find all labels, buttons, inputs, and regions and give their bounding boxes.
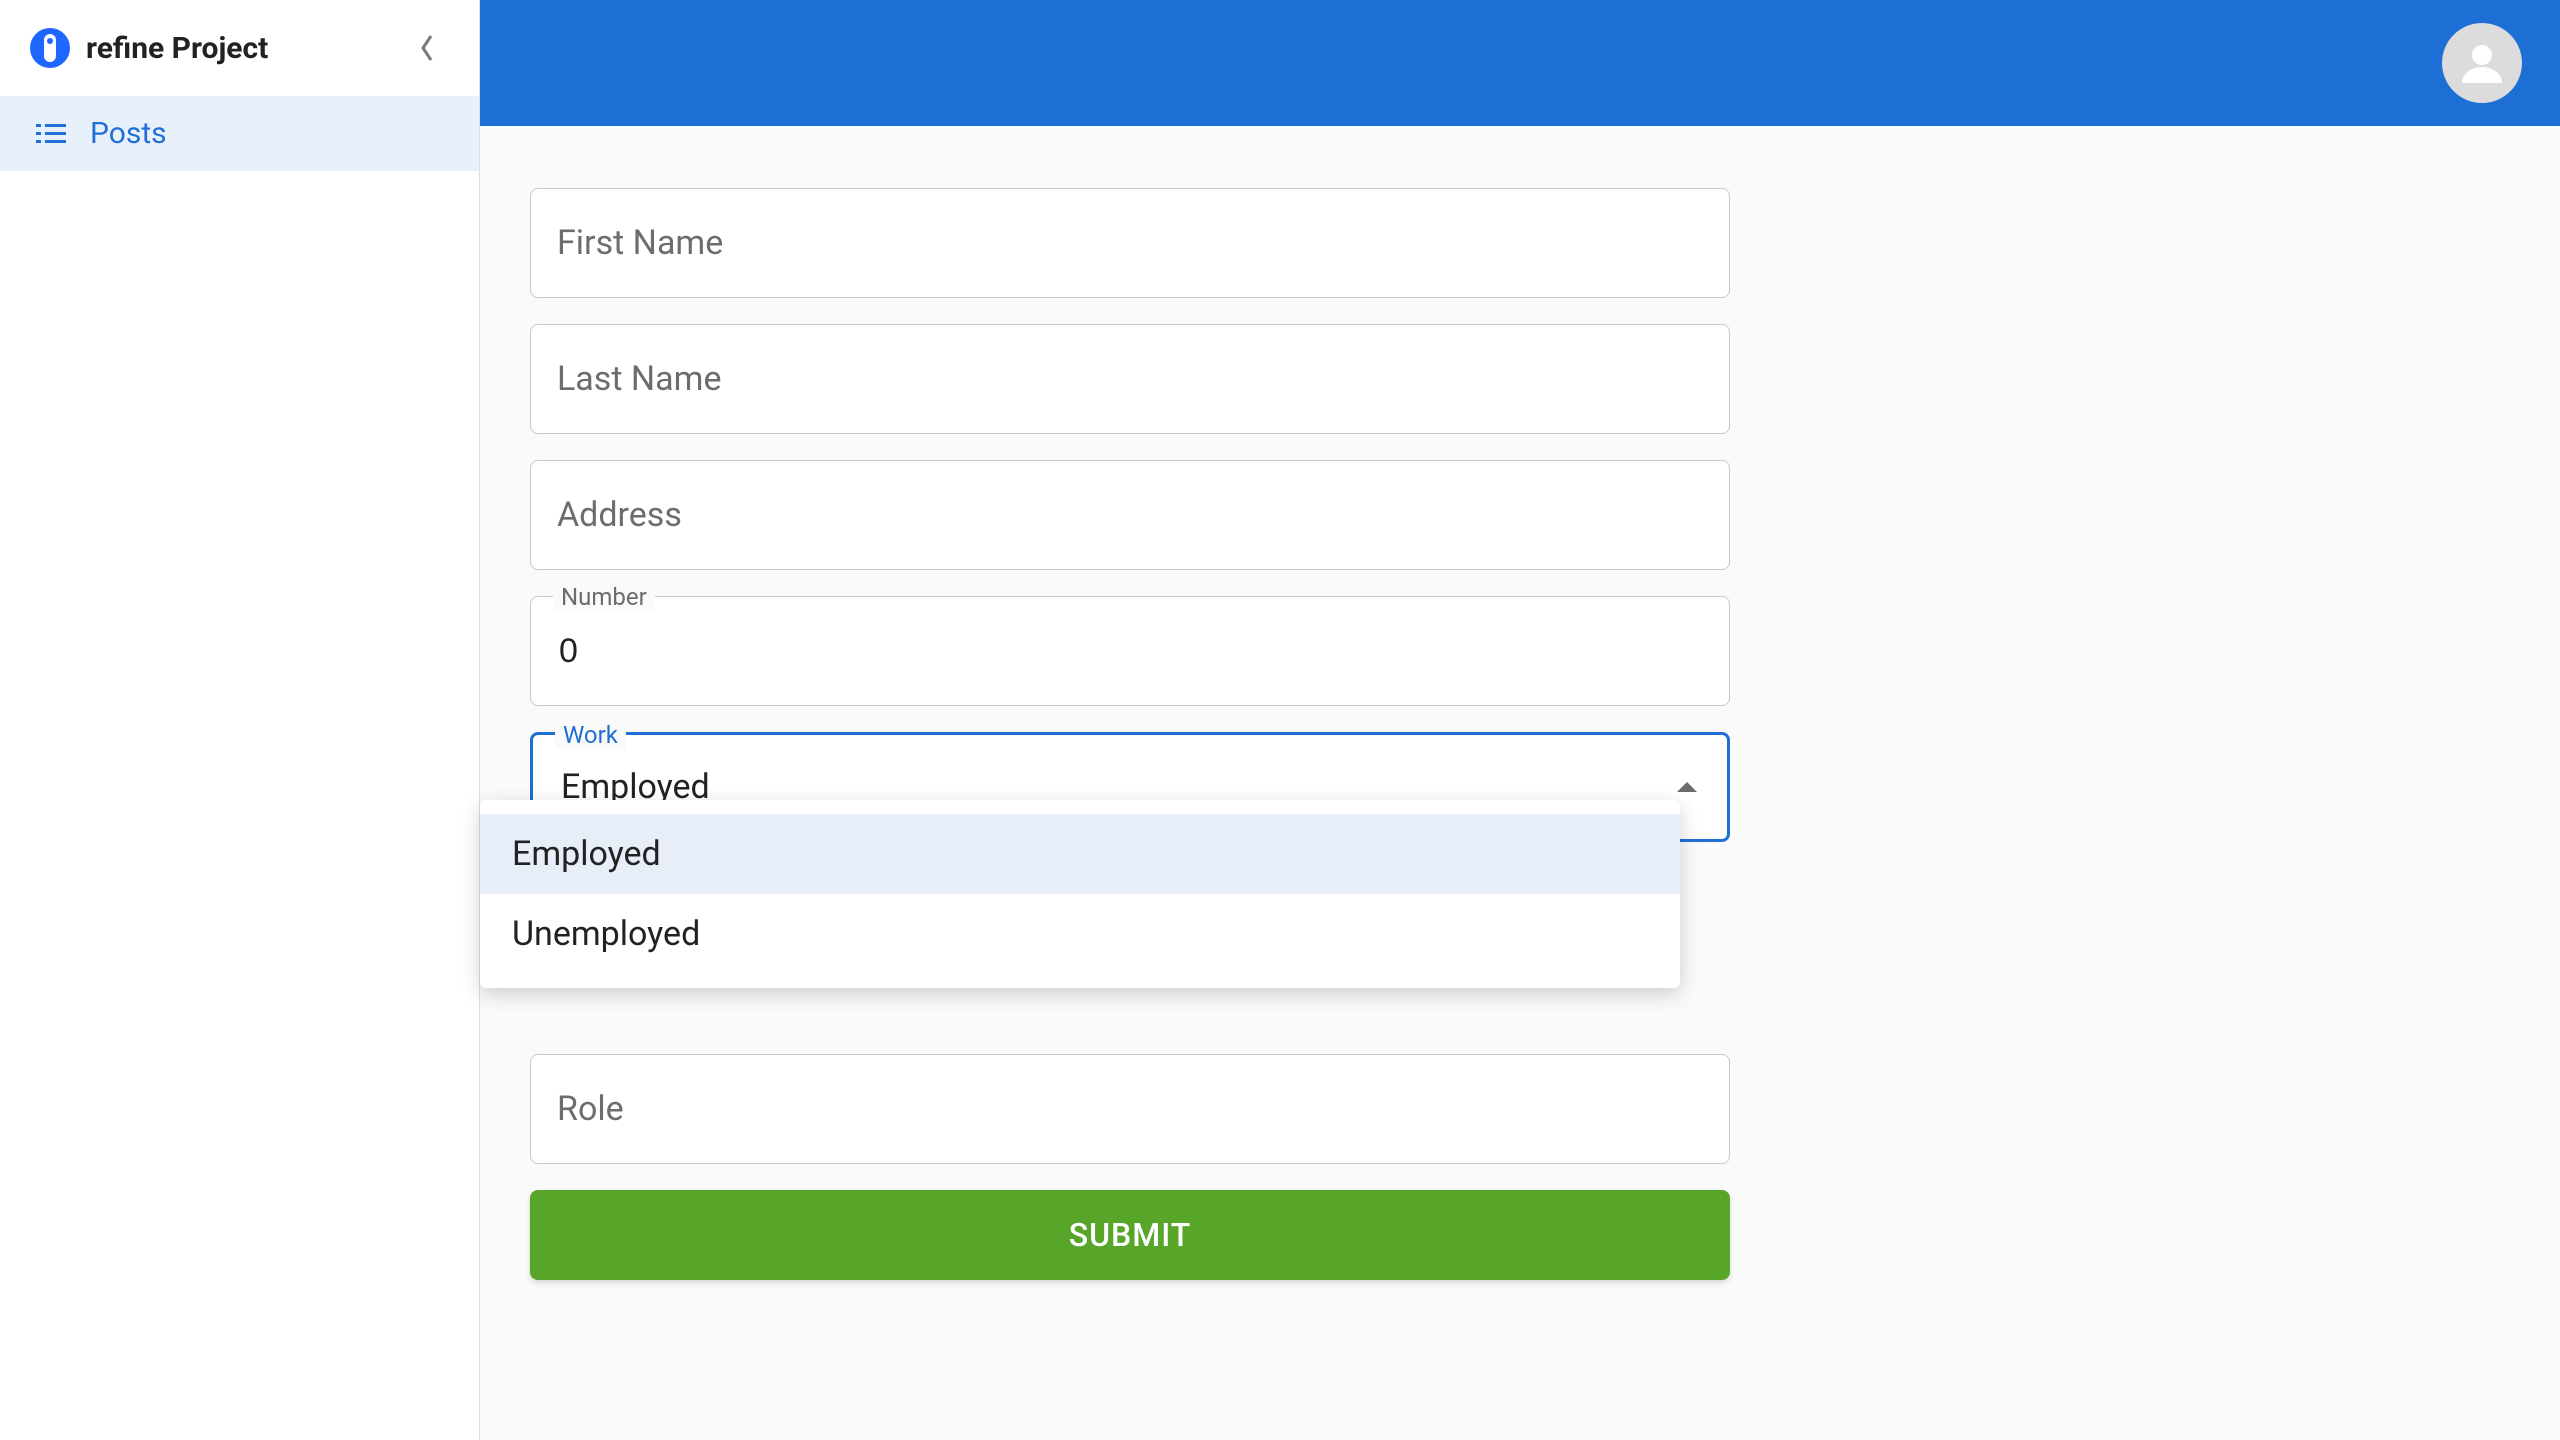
work-option-employed[interactable]: Employed xyxy=(480,814,1680,894)
role-input[interactable] xyxy=(531,1055,1729,1163)
collapse-sidebar-button[interactable] xyxy=(405,26,449,70)
refine-logo-icon xyxy=(30,28,70,68)
number-field[interactable]: Number xyxy=(530,596,1730,706)
sidebar-item-posts[interactable]: Posts xyxy=(0,96,479,171)
work-label: Work xyxy=(555,721,626,749)
person-icon xyxy=(2458,39,2506,87)
sidebar-item-label: Posts xyxy=(90,116,167,151)
list-icon xyxy=(36,122,66,146)
address-input[interactable] xyxy=(531,461,1729,569)
chevron-left-icon xyxy=(418,33,436,63)
address-field[interactable]: Address xyxy=(530,460,1730,570)
last-name-input[interactable] xyxy=(531,325,1729,433)
work-option-unemployed[interactable]: Unemployed xyxy=(480,894,1680,974)
sidebar: refine Project Posts xyxy=(0,0,480,1440)
main: First Name Last Name Address Number Work… xyxy=(480,0,2560,1440)
submit-label: SUBMIT xyxy=(1069,1216,1192,1254)
user-avatar[interactable] xyxy=(2442,23,2522,103)
role-field[interactable]: Role xyxy=(530,1054,1730,1164)
sidebar-header: refine Project xyxy=(0,0,479,96)
last-name-field[interactable]: Last Name xyxy=(530,324,1730,434)
form: First Name Last Name Address Number Work… xyxy=(530,188,1730,1280)
number-input[interactable] xyxy=(531,597,1729,705)
logo: refine Project xyxy=(30,28,405,68)
content: First Name Last Name Address Number Work… xyxy=(480,126,2560,1342)
first-name-input[interactable] xyxy=(531,189,1729,297)
first-name-field[interactable]: First Name xyxy=(530,188,1730,298)
submit-button[interactable]: SUBMIT xyxy=(530,1190,1730,1280)
work-dropdown: Employed Unemployed xyxy=(480,800,1680,988)
caret-up-icon xyxy=(1677,782,1697,792)
project-title: refine Project xyxy=(86,31,268,66)
topbar xyxy=(480,0,2560,126)
